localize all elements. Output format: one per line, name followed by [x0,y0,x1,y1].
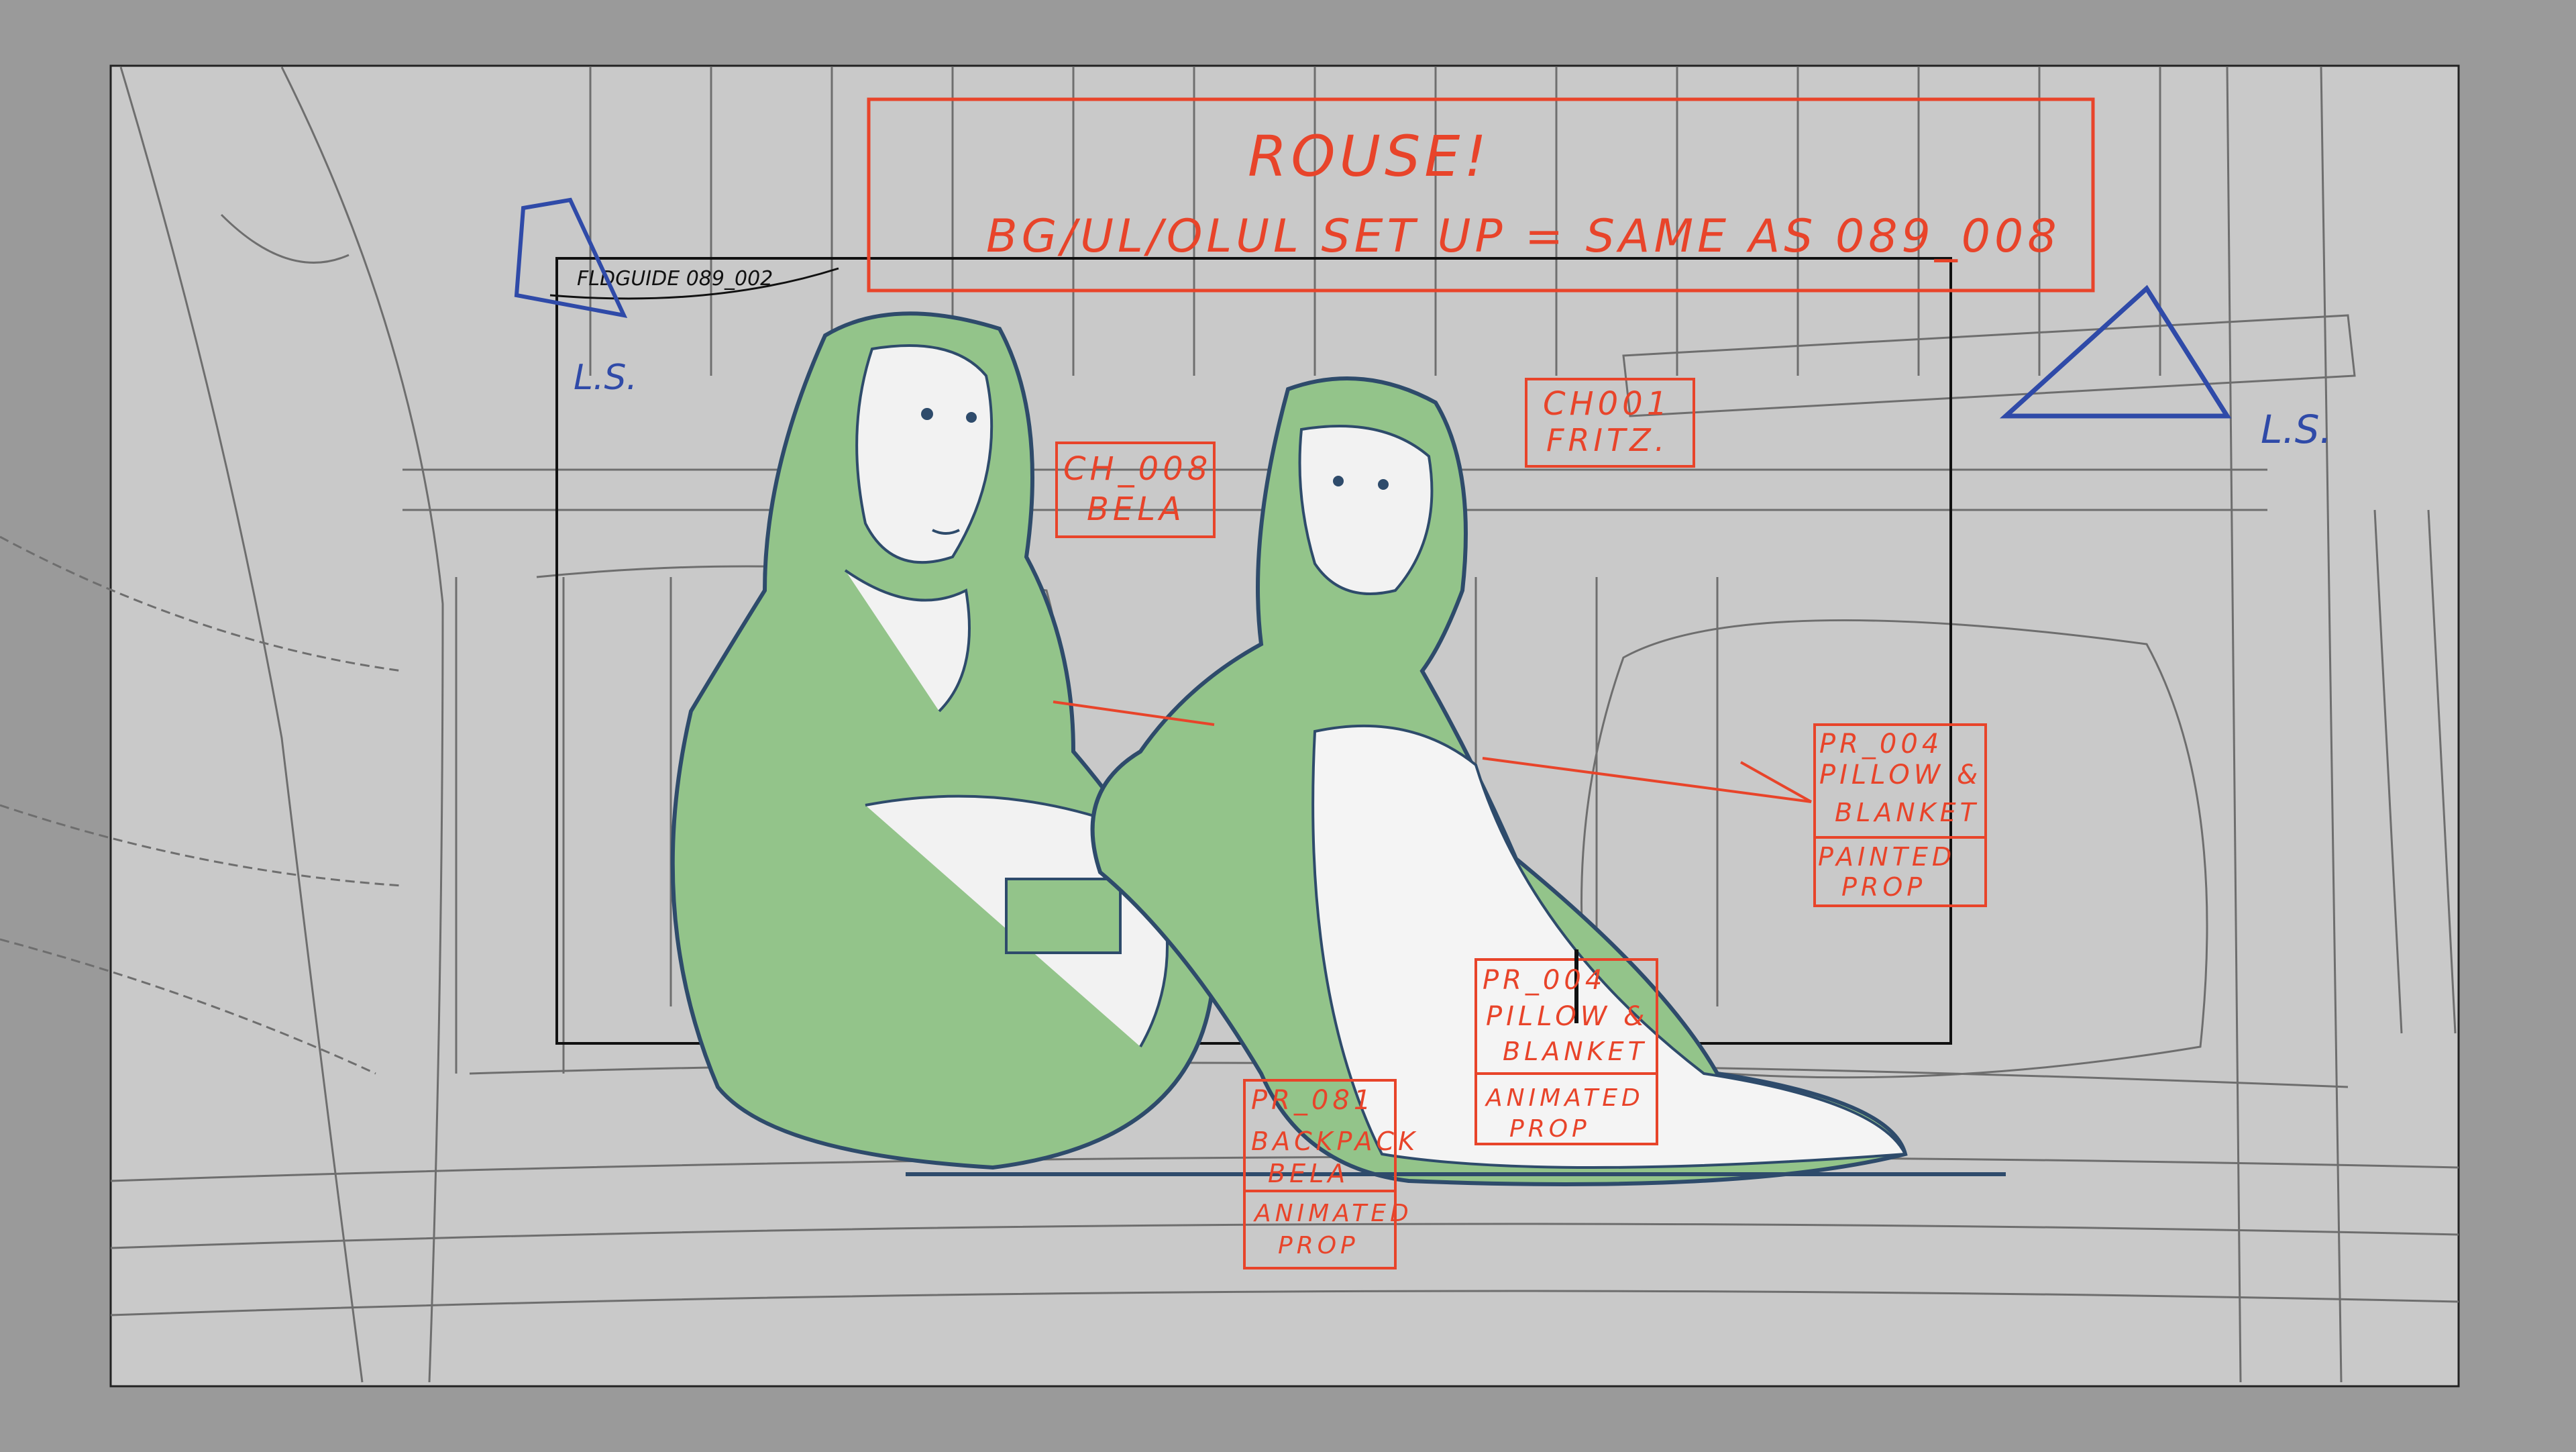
svg-text:PR_081: PR_081 [1251,1085,1375,1116]
ls-right-label: L.S. [2261,407,2332,452]
svg-text:BELA: BELA [1087,490,1185,528]
svg-text:PR_004: PR_004 [1483,965,1606,996]
svg-text:CH_008: CH_008 [1063,450,1212,488]
ls-left-label: L.S. [574,358,637,398]
svg-text:BLANKET: BLANKET [1835,798,1980,827]
storyboard-svg: FLDGUIDE 089_002 ROUSE! BG/UL/OLUL SET U… [0,0,2576,1452]
svg-text:PROP: PROP [1509,1115,1591,1143]
svg-text:FRITZ.: FRITZ. [1546,422,1668,458]
storyboard-canvas: FLDGUIDE 089_002 ROUSE! BG/UL/OLUL SET U… [0,0,2576,1452]
svg-text:BELA: BELA [1268,1159,1349,1188]
header-note: BG/UL/OLUL SET UP = SAME AS 089_008 [986,210,2061,263]
svg-text:CH001: CH001 [1543,385,1671,423]
header-title: ROUSE! [1248,123,1491,189]
svg-text:PILLOW &: PILLOW & [1819,760,1982,790]
svg-text:ANIMATED: ANIMATED [1485,1084,1644,1112]
svg-text:PROP: PROP [1278,1232,1359,1259]
svg-text:PILLOW &: PILLOW & [1486,1001,1648,1032]
svg-text:PAINTED: PAINTED [1818,842,1955,872]
svg-text:BLANKET: BLANKET [1503,1037,1648,1066]
svg-text:ANIMATED: ANIMATED [1253,1200,1413,1227]
svg-text:PR_004: PR_004 [1819,729,1943,760]
svg-text:BACKPACK: BACKPACK [1251,1127,1419,1156]
svg-text:PROP: PROP [1841,872,1926,902]
